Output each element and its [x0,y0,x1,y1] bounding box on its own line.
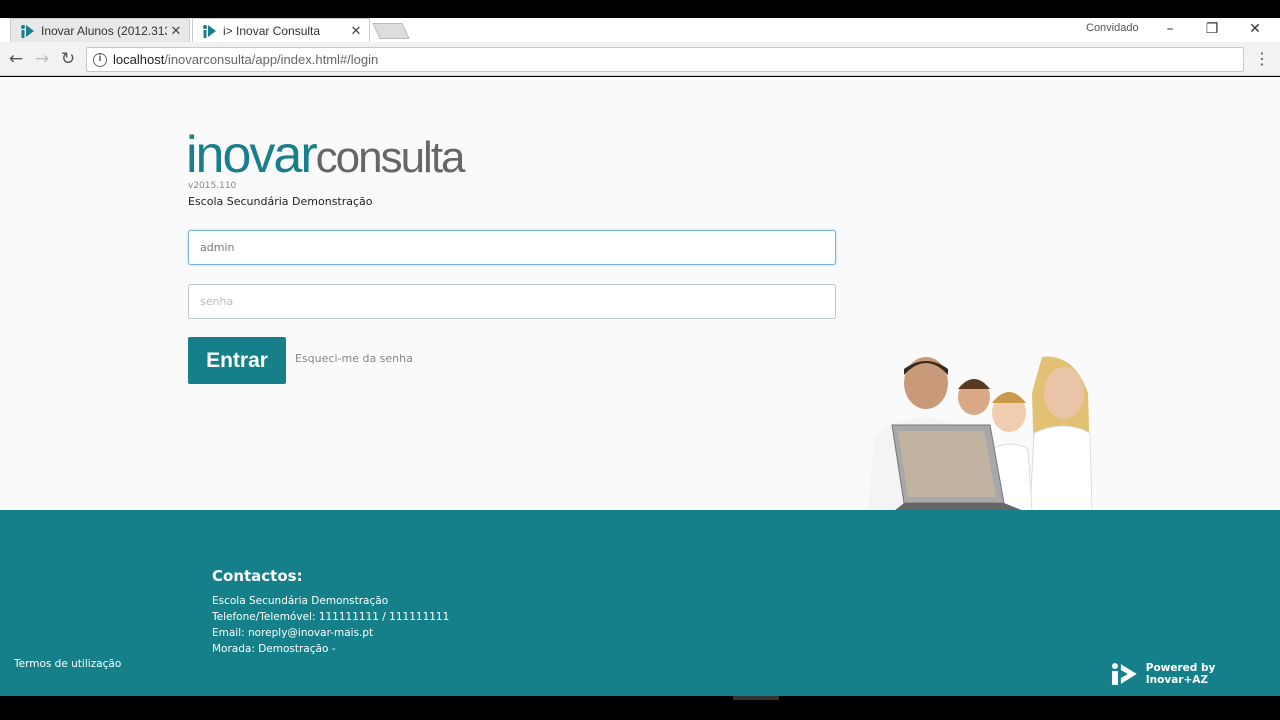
inovar-favicon-icon [201,23,217,39]
page-footer: Contactos: Escola Secundária Demonstraçã… [0,510,1280,696]
screen-bottom-bar [0,696,1280,720]
contact-phone: Telefone/Telemóvel: 111111111 / 11111111… [212,611,450,623]
forgot-password-link[interactable]: Esqueci-me da senha [295,352,413,365]
browser-tab-inovar-alunos[interactable]: Inovar Alunos (2012.313 ✕ [10,18,190,42]
powered-by: Powered by Inovar+AZ [1110,662,1280,686]
powered-by-text: Powered by Inovar+AZ [1145,662,1216,686]
reload-icon[interactable]: ↻ [58,49,78,69]
terms-of-use-link[interactable]: Termos de utilização [14,658,121,670]
back-arrow-icon[interactable]: ← [6,49,26,69]
guest-profile-label[interactable]: Convidado [1086,22,1139,34]
tab-close-icon[interactable]: ✕ [347,23,365,39]
contact-school: Escola Secundária Demonstração [212,595,389,607]
password-input[interactable] [188,284,836,319]
browser-tab-inovar-consulta[interactable]: i> Inovar Consulta ✕ [192,18,370,42]
scroll-indicator [733,696,779,700]
logo-part-consulta: consulta [315,133,466,182]
inovar-consulta-logo: inovarconsulta [186,126,466,184]
contact-email: Email: noreply@inovar-mais.pt [212,627,374,639]
tab-close-icon[interactable]: ✕ [167,23,185,39]
browser-toolbar: ← → ↻ i localhost/inovarconsulta/app/ind… [0,42,1280,76]
tab-title: i> Inovar Consulta [223,23,321,38]
contact-address: Morada: Demostração - [212,643,336,655]
forward-arrow-icon[interactable]: → [32,49,52,69]
school-name: Escola Secundária Demonstração [188,195,373,208]
app-version: v2015.110 [188,181,237,191]
browser-menu-icon[interactable]: ⋮ [1254,49,1270,69]
tab-title: Inovar Alunos (2012.313 [41,23,167,38]
site-info-icon[interactable]: i [93,52,107,67]
contacts-title: Contactos: [212,567,303,585]
url-text: localhost/inovarconsulta/app/index.html#… [113,52,378,67]
url-host: localhost [113,52,165,67]
minimize-icon[interactable]: – [1148,18,1192,40]
logo-part-inovar: inovar [186,126,318,184]
login-button[interactable]: Entrar [188,337,286,384]
restore-icon[interactable]: ❐ [1190,18,1234,40]
url-path: /inovarconsulta/app/index.html#/login [164,52,379,67]
inovar-favicon-icon [19,23,35,39]
address-bar[interactable]: i localhost/inovarconsulta/app/index.htm… [86,47,1244,72]
new-tab-button[interactable] [372,23,410,39]
browser-tab-strip: Inovar Alunos (2012.313 ✕ i> Inovar Cons… [0,18,1280,42]
close-window-icon[interactable]: ✕ [1233,18,1277,40]
username-input[interactable] [188,230,836,265]
inovar-logo-icon [1111,663,1137,685]
login-page: inovarconsulta v2015.110 Escola Secundár… [0,77,1280,696]
family-laptop-image [864,353,1092,511]
